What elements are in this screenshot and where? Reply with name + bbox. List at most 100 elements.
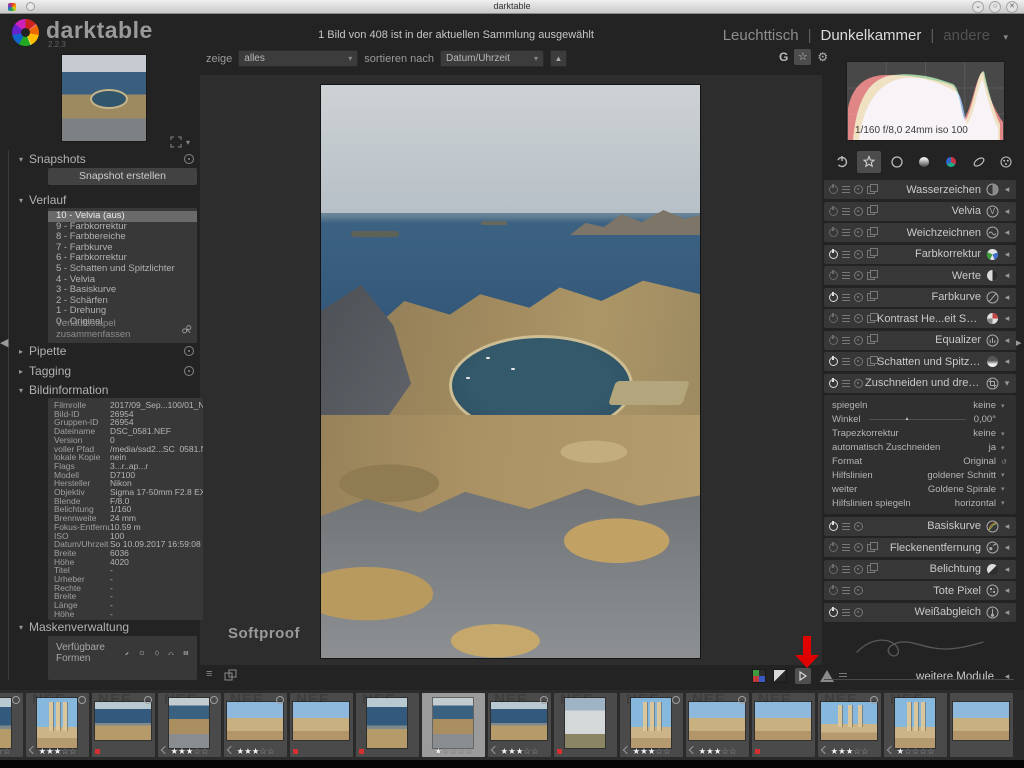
module-presets-icon[interactable] <box>842 186 850 193</box>
filmstrip-thumbnail[interactable]: NEF <box>752 693 815 757</box>
section-image-info[interactable]: ▾Bildinformation <box>19 383 197 397</box>
expand-icon[interactable]: ◂ <box>1003 671 1011 682</box>
chevron-down-icon[interactable]: ▾ <box>1001 485 1008 493</box>
zoom-dropdown-icon[interactable]: ▾ <box>186 138 190 147</box>
star-icon[interactable]: ★ <box>508 746 516 756</box>
star-icon[interactable]: ★ <box>244 746 252 756</box>
module-power-icon[interactable] <box>829 586 838 595</box>
star-icon[interactable]: ☆ <box>531 746 539 756</box>
crop-option-select[interactable]: spiegelnkeine▾ <box>832 399 1008 413</box>
module-power-icon[interactable] <box>829 379 838 388</box>
module-power-icon[interactable] <box>829 250 838 259</box>
star-icon[interactable]: ☆ <box>457 746 465 756</box>
module-reset-icon[interactable] <box>854 336 863 345</box>
module-weissabgleich[interactable]: Weißabgleich◂ <box>824 603 1016 622</box>
module-power-icon[interactable] <box>829 228 838 237</box>
module-group-tab-effects[interactable] <box>994 151 1018 173</box>
panel-resize-arrow[interactable]: ▲ <box>824 672 831 679</box>
star-icon[interactable]: ☆ <box>193 746 201 756</box>
module-group-tab-color[interactable] <box>939 151 963 173</box>
collapse-left-panel-arrow[interactable]: ◀ <box>0 336 8 349</box>
filmstrip-thumbnail[interactable]: NEF★★★☆☆ <box>26 693 89 757</box>
filmstrip-thumbnail[interactable]: NEF★★★☆☆ <box>620 693 683 757</box>
compress-history-icon[interactable] <box>181 323 192 335</box>
module-power-icon[interactable] <box>829 271 838 280</box>
star-icon[interactable]: ☆ <box>729 746 737 756</box>
ellipse-shape-icon[interactable] <box>154 647 160 659</box>
star-icon[interactable]: ☆ <box>655 746 663 756</box>
crop-option-select[interactable]: Hilfslinien spiegelnhorizontal▾ <box>832 496 1008 510</box>
module-reset-icon[interactable] <box>854 250 863 259</box>
chevron-down-icon[interactable]: ▾ <box>1001 499 1008 507</box>
star-icon[interactable]: ☆ <box>904 746 912 756</box>
presets-icon[interactable] <box>184 366 194 376</box>
star-icon[interactable]: ☆ <box>442 746 450 756</box>
module-wasserzeichen[interactable]: Wasserzeichen◂ <box>824 180 1016 199</box>
star-icon[interactable]: ★ <box>632 746 640 756</box>
module-instance-icon[interactable] <box>867 565 875 573</box>
star-icon[interactable]: ★ <box>500 746 508 756</box>
star-icon[interactable]: ★ <box>178 746 186 756</box>
tab-lighttable[interactable]: Leuchttisch <box>723 27 799 44</box>
module-power-icon[interactable] <box>829 207 838 216</box>
history-item[interactable]: 5 - Schatten und Spitzlichter <box>48 264 197 275</box>
module-weichzeichnen[interactable]: Weichzeichnen◂ <box>824 223 1016 242</box>
module-power-icon[interactable] <box>829 185 838 194</box>
presets-icon[interactable] <box>184 154 194 164</box>
module-presets-icon[interactable] <box>842 609 850 616</box>
module-reset-icon[interactable] <box>854 543 863 552</box>
module-instance-icon[interactable] <box>867 544 875 552</box>
module-farbkorrektur[interactable]: Farbkorrektur◂ <box>824 245 1016 264</box>
module-presets-icon[interactable] <box>842 337 850 344</box>
reset-icon[interactable]: ↺ <box>1001 458 1008 466</box>
section-snapshots[interactable]: ▾Snapshots <box>19 152 197 166</box>
collapse-icon[interactable]: ▾ <box>1003 378 1011 389</box>
module-totepixel[interactable]: Tote Pixel◂ <box>824 581 1016 600</box>
expand-icon[interactable]: ◂ <box>1003 270 1011 281</box>
module-group-tab-basic[interactable] <box>885 151 909 173</box>
expand-icon[interactable]: ◂ <box>1003 356 1011 367</box>
duplicate-view-icon[interactable] <box>224 669 237 682</box>
star-icon[interactable]: ☆ <box>69 746 77 756</box>
create-snapshot-button[interactable]: Snapshot erstellen <box>48 168 197 185</box>
expand-icon[interactable]: ◂ <box>1003 335 1011 346</box>
star-icon[interactable]: ★ <box>706 746 714 756</box>
chevron-down-icon[interactable]: ▾ <box>1001 444 1008 452</box>
module-zuschneiden[interactable]: Zuschneiden und drehen▾ <box>824 374 1016 393</box>
module-presets-icon[interactable] <box>842 294 850 301</box>
module-reset-icon[interactable] <box>854 271 863 280</box>
star-icon[interactable]: ★ <box>830 746 838 756</box>
expand-icon[interactable]: ◂ <box>1003 607 1011 618</box>
module-instance-icon[interactable] <box>867 272 875 280</box>
tab-darkroom[interactable]: Dunkelkammer <box>821 27 922 44</box>
filmstrip-thumbnail[interactable] <box>950 693 1013 757</box>
module-group-tab-favorites[interactable] <box>857 151 881 173</box>
module-velvia[interactable]: VelviaV◂ <box>824 202 1016 221</box>
star-icon[interactable]: ☆ <box>267 746 275 756</box>
module-power-icon[interactable] <box>829 543 838 552</box>
tab-other[interactable]: andere <box>943 27 990 44</box>
star-icon[interactable]: ★ <box>838 746 846 756</box>
star-icon[interactable]: ★ <box>434 746 442 756</box>
module-reset-icon[interactable] <box>854 565 863 574</box>
module-reset-icon[interactable] <box>854 522 863 531</box>
views-dropdown-icon[interactable]: ▾ <box>1003 32 1008 43</box>
path-shape-icon[interactable] <box>168 647 174 659</box>
filmstrip-thumbnail[interactable]: NEF★★★☆☆ <box>488 693 551 757</box>
angle-slider[interactable] <box>869 419 966 420</box>
star-icon[interactable]: ☆ <box>523 746 531 756</box>
module-werte[interactable]: Werte◂ <box>824 266 1016 285</box>
crop-option-select[interactable]: Hilfsliniengoldener Schnitt▾ <box>832 468 1008 482</box>
section-pipette[interactable]: ▸Pipette <box>19 344 197 358</box>
star-rating[interactable]: ★★☆☆☆ <box>0 746 23 756</box>
pencil-icon[interactable] <box>124 647 130 659</box>
chevron-down-icon[interactable]: ▾ <box>1001 430 1008 438</box>
chevron-down-icon[interactable]: ▾ <box>1001 402 1008 410</box>
module-presets-icon[interactable] <box>842 229 850 236</box>
presets-icon[interactable] <box>184 346 194 356</box>
module-instance-icon[interactable] <box>867 293 875 301</box>
module-presets-icon[interactable] <box>842 566 850 573</box>
module-instance-icon[interactable] <box>867 336 875 344</box>
module-reset-icon[interactable] <box>854 357 863 366</box>
filmstrip-thumbnail[interactable]: ★☆☆☆☆ <box>422 693 485 757</box>
